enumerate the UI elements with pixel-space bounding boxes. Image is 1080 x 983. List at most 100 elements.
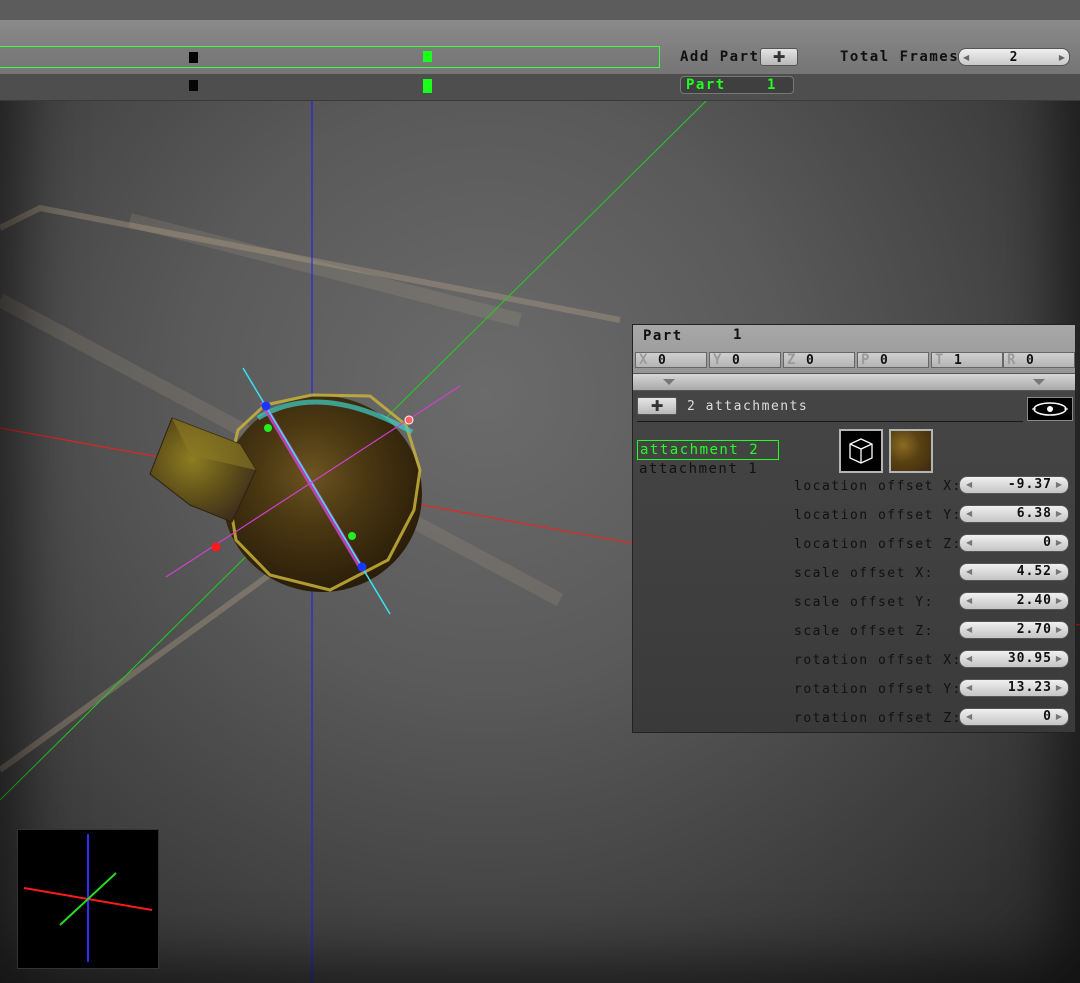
location-offset-y-value: 6.38 <box>1016 506 1052 521</box>
spinner-right-arrow-icon[interactable]: ▶ <box>1056 480 1062 489</box>
location-offset-x-spinner[interactable]: ◀ -9.37 ▶ <box>959 476 1069 494</box>
rotation-offset-z-value: 0 <box>1043 709 1052 724</box>
total-frames-label: Total Frames: <box>840 49 970 65</box>
keyframe-marker[interactable] <box>189 80 198 91</box>
mesh-thumbnail[interactable] <box>839 429 883 473</box>
location-offset-y-spinner[interactable]: ◀ 6.38 ▶ <box>959 505 1069 523</box>
location-offset-x-value: -9.37 <box>1007 477 1052 492</box>
keyframe-marker[interactable] <box>189 52 198 63</box>
coord-z-field[interactable]: Z 0 <box>783 352 855 368</box>
scale-offset-z-spinner[interactable]: ◀ 2.70 ▶ <box>959 621 1069 639</box>
keyframe-marker-active[interactable] <box>423 79 432 93</box>
rotation-offset-y-label: rotation offset Y: <box>794 682 962 697</box>
rotation-offset-x-value: 30.95 <box>1007 651 1052 666</box>
plus-icon: ✚ <box>650 396 664 415</box>
scale-offset-y-spinner[interactable]: ◀ 2.40 ▶ <box>959 592 1069 610</box>
handle-pink <box>404 415 414 425</box>
spinner-right-arrow-icon[interactable]: ▶ <box>1056 538 1062 547</box>
scale-offset-z-label: scale offset Z: <box>794 624 934 639</box>
scale-offset-z-value: 2.70 <box>1016 622 1052 637</box>
spinner-left-arrow-icon[interactable]: ◀ <box>966 567 972 576</box>
rotation-offset-z-label: rotation offset Z: <box>794 711 962 726</box>
coord-r-field[interactable]: R 0 <box>1003 352 1075 368</box>
grid-edge <box>0 557 292 773</box>
coord-value: 1 <box>954 353 962 368</box>
coord-axis-label: P <box>861 352 870 368</box>
attachment-list-item[interactable]: attachment 1 <box>637 460 758 480</box>
spinner-right-arrow-icon[interactable]: ▶ <box>1056 567 1062 576</box>
part-header: Part 1 X 0 Y 0 Z 0 P 0 T 1 R 0 <box>633 325 1075 391</box>
spinner-left-arrow-icon[interactable]: ◀ <box>966 683 972 692</box>
spinner-right-arrow-icon[interactable]: ▶ <box>1056 596 1062 605</box>
plus-icon: ✚ <box>772 47 786 66</box>
spinner-left-arrow-icon[interactable]: ◀ <box>966 509 972 518</box>
location-offset-y-label: location offset Y: <box>794 508 962 523</box>
spinner-left-arrow-icon[interactable]: ◀ <box>966 712 972 721</box>
scale-offset-y-value: 2.40 <box>1016 593 1052 608</box>
rotation-offset-y-spinner[interactable]: ◀ 13.23 ▶ <box>959 679 1069 697</box>
coord-p-field[interactable]: P 0 <box>857 352 929 368</box>
coord-value: 0 <box>732 353 740 368</box>
location-offset-z-value: 0 <box>1043 535 1052 550</box>
part-selector-label: Part <box>686 77 726 93</box>
spinner-right-arrow-icon[interactable]: ▶ <box>1056 625 1062 634</box>
scale-offset-y-label: scale offset Y: <box>794 595 934 610</box>
coord-x-field[interactable]: X 0 <box>635 352 707 368</box>
coord-y-field[interactable]: Y 0 <box>709 352 781 368</box>
spinner-right-arrow-icon[interactable]: ▶ <box>1056 509 1062 518</box>
part-number: 1 <box>733 327 742 343</box>
spinner-left-arrow-icon[interactable]: ◀ <box>966 480 972 489</box>
coord-axis-label: X <box>639 352 648 368</box>
attachment-panel: Part 1 X 0 Y 0 Z 0 P 0 T 1 R 0 ✚ 2 attac… <box>632 324 1076 733</box>
total-frames-spinner[interactable]: ◀ 2 ▶ <box>958 48 1070 66</box>
attachment-list-item-selected[interactable]: attachment 2 <box>637 440 779 460</box>
coord-axis-label: Y <box>713 352 722 368</box>
texture-thumbnail[interactable] <box>889 429 933 473</box>
spinner-left-arrow-icon[interactable]: ◀ <box>966 654 972 663</box>
keyframe-marker-active[interactable] <box>423 51 432 62</box>
attachments-toolbar: ✚ 2 attachments <box>637 395 1023 422</box>
timeline-track-selected[interactable] <box>0 46 660 68</box>
collapse-arrow-icon[interactable] <box>663 379 675 385</box>
coord-value: 0 <box>880 353 888 368</box>
total-frames-value: 2 <box>1009 49 1019 65</box>
handle-green-bottom <box>348 532 356 540</box>
handle-blue-bottom <box>357 562 367 572</box>
attachments-count: 2 attachments <box>687 399 809 414</box>
visibility-toggle[interactable] <box>1027 397 1073 421</box>
scale-offset-x-spinner[interactable]: ◀ 4.52 ▶ <box>959 563 1069 581</box>
cube-icon <box>849 438 873 464</box>
axes-icon <box>23 834 153 962</box>
eye-icon <box>1032 402 1068 416</box>
collapse-arrow-icon[interactable] <box>1033 379 1045 385</box>
part-title: Part <box>643 328 683 344</box>
add-attachment-button[interactable]: ✚ <box>637 397 677 415</box>
spinner-left-arrow-icon[interactable]: ◀ <box>966 538 972 547</box>
spinner-right-arrow-icon[interactable]: ▶ <box>1056 683 1062 692</box>
coord-value: 0 <box>1026 353 1034 368</box>
handle-green-top <box>264 424 272 432</box>
part-selector-value: 1 <box>767 77 777 93</box>
spinner-right-arrow-icon[interactable]: ▶ <box>1056 654 1062 663</box>
rotation-offset-z-spinner[interactable]: ◀ 0 ▶ <box>959 708 1069 726</box>
location-offset-x-label: location offset X: <box>794 479 962 494</box>
rotation-offset-y-value: 13.23 <box>1007 680 1052 695</box>
rotation-offset-x-label: rotation offset X: <box>794 653 962 668</box>
rotation-offset-x-spinner[interactable]: ◀ 30.95 ▶ <box>959 650 1069 668</box>
location-offset-z-spinner[interactable]: ◀ 0 ▶ <box>959 534 1069 552</box>
location-offset-z-label: location offset Z: <box>794 537 962 552</box>
handle-blue-top <box>261 401 271 411</box>
spinner-left-arrow-icon[interactable]: ◀ <box>966 596 972 605</box>
spinner-right-arrow-icon[interactable]: ▶ <box>1059 53 1065 62</box>
add-part-button[interactable]: ✚ <box>760 48 798 66</box>
timeline-top-strip <box>0 0 1080 21</box>
scale-offset-x-value: 4.52 <box>1016 564 1052 579</box>
part-selector[interactable]: Part 1 <box>680 76 794 94</box>
collapse-row[interactable] <box>633 373 1075 391</box>
scale-offset-x-label: scale offset X: <box>794 566 934 581</box>
spinner-left-arrow-icon[interactable]: ◀ <box>966 625 972 634</box>
spinner-right-arrow-icon[interactable]: ▶ <box>1056 712 1062 721</box>
coord-t-field[interactable]: T 1 <box>931 352 1003 368</box>
coord-value: 0 <box>806 353 814 368</box>
timeline-track[interactable] <box>0 74 1080 100</box>
